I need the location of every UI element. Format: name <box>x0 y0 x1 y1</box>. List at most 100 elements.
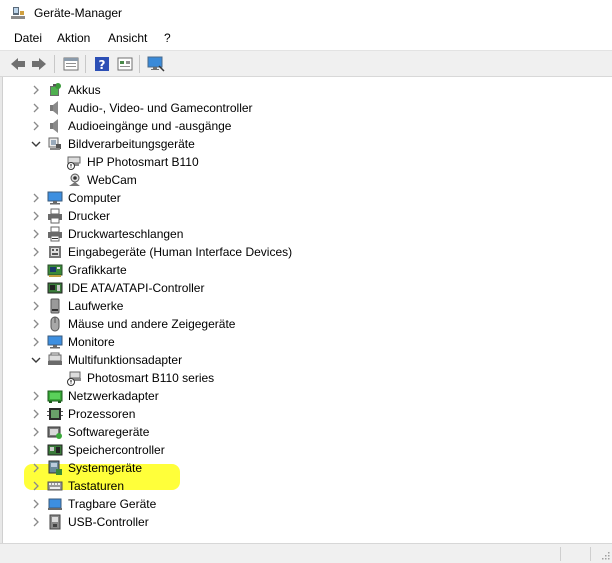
menu-aktion[interactable]: Aktion <box>57 31 90 45</box>
left-border <box>0 77 3 543</box>
tree-item-label: WebCam <box>87 173 137 187</box>
chevron-down-icon[interactable] <box>30 353 42 367</box>
tree-item-label: Audio-, Video- und Gamecontroller <box>68 101 253 115</box>
toolbar-separator <box>139 55 140 73</box>
tree-item-label: Laufwerke <box>68 299 124 313</box>
tree-category-ide-ata-atapi-controller[interactable]: IDE ATA/ATAPI-Controller <box>4 279 604 297</box>
monitor-icon[interactable] <box>146 54 166 74</box>
tree-category-tastaturen[interactable]: Tastaturen <box>4 477 604 495</box>
view-icon[interactable] <box>115 54 135 74</box>
chevron-right-icon[interactable] <box>30 461 42 475</box>
tree-item-label: Eingabegeräte (Human Interface Devices) <box>68 245 293 259</box>
software-device-icon <box>47 426 62 439</box>
chevron-right-icon[interactable] <box>30 317 42 331</box>
tree-item-label: Bildverarbeitungsgeräte <box>68 137 195 151</box>
multifunction-warning-icon <box>67 371 81 386</box>
status-bar <box>0 543 612 563</box>
tree-item-label: Computer <box>68 191 121 205</box>
back-icon[interactable] <box>8 54 28 74</box>
menu-datei[interactable]: Datei <box>14 31 42 45</box>
ide-controller-icon <box>47 282 63 294</box>
chevron-right-icon[interactable] <box>30 119 42 133</box>
tree-category-laufwerke[interactable]: Laufwerke <box>4 297 604 315</box>
chevron-down-icon[interactable] <box>30 137 42 151</box>
chevron-right-icon[interactable] <box>30 389 42 403</box>
tree-item-label: Multifunktionsadapter <box>68 353 183 367</box>
resize-grip-icon[interactable] <box>600 550 610 560</box>
scanner-warning-icon <box>67 156 81 170</box>
chevron-right-icon[interactable] <box>30 299 42 313</box>
tree-device-webcam[interactable]: WebCam <box>4 171 604 189</box>
tree-category-akkus[interactable]: Akkus <box>4 81 604 99</box>
chevron-right-icon[interactable] <box>30 227 42 241</box>
tree-category-tragbare-geraete[interactable]: Tragbare Geräte <box>4 495 604 513</box>
tree-category-eingabegeraete-human-interface-devices[interactable]: Eingabegeräte (Human Interface Devices) <box>4 243 604 261</box>
tree-category-speichercontroller[interactable]: Speichercontroller <box>4 441 604 459</box>
tree-item-label: Tragbare Geräte <box>68 497 157 511</box>
tree-category-usb-controller[interactable]: USB-Controller <box>4 513 604 531</box>
tree-item-label: Photosmart B110 series <box>87 371 215 385</box>
forward-icon[interactable] <box>29 54 49 74</box>
tree-item-label: Druckwarteschlangen <box>68 227 184 241</box>
tree-category-prozessoren[interactable]: Prozessoren <box>4 405 604 423</box>
chevron-right-icon[interactable] <box>30 425 42 439</box>
chevron-right-icon[interactable] <box>30 335 42 349</box>
tree-category-druckwarteschlangen[interactable]: Druckwarteschlangen <box>4 225 604 243</box>
network-adapter-icon <box>47 390 63 403</box>
keyboard-icon <box>47 481 63 491</box>
chevron-right-icon[interactable] <box>30 83 42 97</box>
properties-icon[interactable] <box>61 54 81 74</box>
tree-category-monitore[interactable]: Monitore <box>4 333 604 351</box>
toolbar-separator <box>85 55 86 73</box>
chevron-right-icon[interactable] <box>30 479 42 493</box>
tree-device-photosmart-b110-series[interactable]: Photosmart B110 series <box>4 369 604 387</box>
device-manager-app-icon <box>11 7 25 19</box>
tree-category-drucker[interactable]: Drucker <box>4 207 604 225</box>
speaker-icon <box>50 101 58 115</box>
tree-item-label: Netzwerkadapter <box>68 389 159 403</box>
chevron-right-icon[interactable] <box>30 263 42 277</box>
tree-category-netzwerkadapter[interactable]: Netzwerkadapter <box>4 387 604 405</box>
menu-help[interactable]: ? <box>164 31 171 45</box>
printer-icon <box>48 208 62 224</box>
menu-bar: Datei Aktion Ansicht ? <box>0 28 612 50</box>
tree-category-bildverarbeitungsgeraete[interactable]: Bildverarbeitungsgeräte <box>4 135 604 153</box>
help-icon[interactable]: ? <box>92 54 112 74</box>
computer-icon <box>47 191 63 205</box>
toolbar-separator <box>54 55 55 73</box>
tree-item-label: Prozessoren <box>68 407 136 421</box>
tree-category-systemgeraete[interactable]: Systemgeräte <box>4 459 604 477</box>
tree-category-softwaregeraete[interactable]: Softwaregeräte <box>4 423 604 441</box>
tree-category-multifunktionsadapter[interactable]: Multifunktionsadapter <box>4 351 604 369</box>
tree-item-label: HP Photosmart B110 <box>87 155 199 169</box>
tree-category-audioeingaenge-und-ausgaenge[interactable]: Audioeingänge und -ausgänge <box>4 117 604 135</box>
menu-ansicht[interactable]: Ansicht <box>108 31 147 45</box>
display-adapter-icon <box>47 264 63 277</box>
camera-icon <box>48 137 61 150</box>
tree-item-label: IDE ATA/ATAPI-Controller <box>68 281 205 295</box>
chevron-right-icon[interactable] <box>30 281 42 295</box>
window-title: Geräte-Manager <box>34 6 123 20</box>
chevron-right-icon[interactable] <box>30 245 42 259</box>
tree-item-label: Mäuse und andere Zeigegeräte <box>68 317 236 331</box>
tree-device-hp-photosmart-b110[interactable]: HP Photosmart B110 <box>4 153 604 171</box>
tree-category-computer[interactable]: Computer <box>4 189 604 207</box>
toolbar: ? <box>0 50 612 77</box>
chevron-right-icon[interactable] <box>30 101 42 115</box>
usb-icon <box>49 514 61 530</box>
chevron-right-icon[interactable] <box>30 191 42 205</box>
tree-item-label: Akkus <box>68 83 101 97</box>
title-bar: Geräte-Manager <box>0 0 612 28</box>
tree-category-grafikkarte[interactable]: Grafikkarte <box>4 261 604 279</box>
tree-item-label: Monitore <box>68 335 115 349</box>
tree-item-label: Grafikkarte <box>68 263 127 277</box>
status-divider <box>560 547 561 561</box>
chevron-right-icon[interactable] <box>30 443 42 457</box>
disk-drive-icon <box>50 298 60 314</box>
chevron-right-icon[interactable] <box>30 515 42 529</box>
chevron-right-icon[interactable] <box>30 497 42 511</box>
tree-category-audio-video-und-gamecontroller[interactable]: Audio-, Video- und Gamecontroller <box>4 99 604 117</box>
tree-category-maeuse-und-andere-zeigegeraete[interactable]: Mäuse und andere Zeigegeräte <box>4 315 604 333</box>
chevron-right-icon[interactable] <box>30 407 42 421</box>
chevron-right-icon[interactable] <box>30 209 42 223</box>
